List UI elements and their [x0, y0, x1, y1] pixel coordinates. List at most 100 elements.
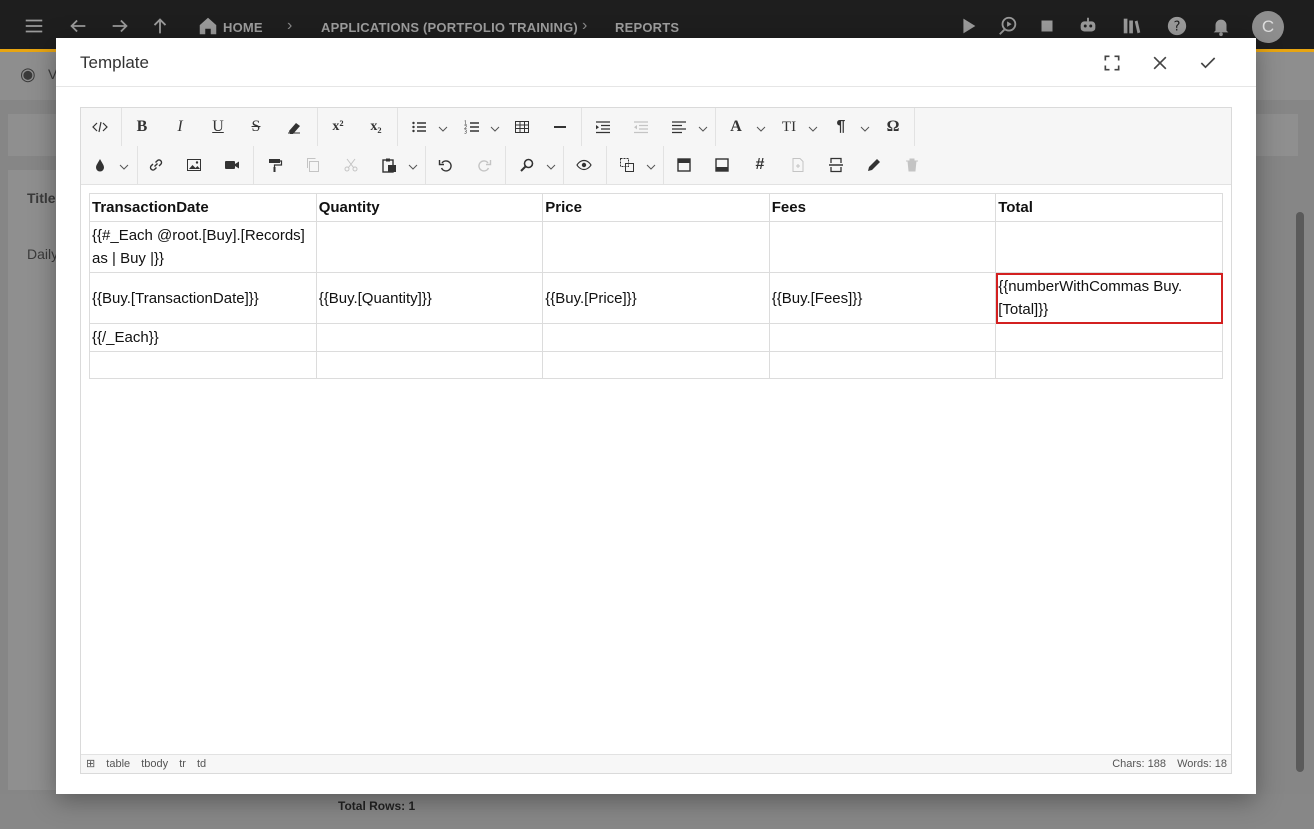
numbered-list-icon[interactable]: 123: [461, 115, 483, 139]
path-item[interactable]: tr: [179, 758, 186, 770]
back-arrow-icon[interactable]: [66, 14, 90, 38]
table-cell[interactable]: [315, 221, 544, 273]
indent-icon[interactable]: [592, 115, 614, 139]
table-cell[interactable]: {{Buy.[Fees]}}: [768, 272, 997, 324]
hash-icon[interactable]: #: [749, 153, 771, 177]
bell-icon[interactable]: [1209, 14, 1233, 38]
table-cell[interactable]: {{Buy.[TransactionDate]}}: [89, 272, 317, 324]
bold-icon[interactable]: B: [131, 115, 153, 139]
home-icon[interactable]: [196, 14, 220, 38]
image-icon[interactable]: [183, 153, 205, 177]
help-icon[interactable]: ?: [1165, 14, 1189, 38]
fullscreen-icon[interactable]: [1099, 50, 1125, 76]
table-header-cell[interactable]: TransactionDate: [89, 193, 317, 222]
path-item[interactable]: table: [106, 758, 130, 770]
link-icon[interactable]: [145, 153, 167, 177]
trash-icon[interactable]: [901, 153, 923, 177]
table-cell[interactable]: [315, 323, 544, 352]
table-cell[interactable]: [542, 323, 770, 352]
chatbot-icon[interactable]: [1076, 14, 1100, 38]
pencil-icon[interactable]: [863, 153, 885, 177]
chevron-down-icon[interactable]: [698, 121, 708, 132]
underline-icon[interactable]: U: [207, 115, 229, 139]
strikethrough-icon[interactable]: S: [245, 115, 267, 139]
paste-icon[interactable]: [378, 153, 400, 177]
table-header-cell[interactable]: Fees: [768, 193, 997, 222]
chevron-down-icon[interactable]: [438, 121, 448, 132]
table-cell[interactable]: [89, 351, 317, 379]
play-icon[interactable]: [956, 14, 980, 38]
table-cell[interactable]: [995, 221, 1223, 273]
chevron-down-icon[interactable]: [646, 159, 656, 170]
confirm-check-icon[interactable]: [1195, 50, 1221, 76]
table-cell[interactable]: [315, 351, 544, 379]
subscript-icon[interactable]: x₂: [365, 115, 387, 139]
chevron-down-icon[interactable]: [546, 159, 556, 170]
table-cell[interactable]: [768, 221, 997, 273]
outdent-icon[interactable]: [630, 115, 652, 139]
eraser-icon[interactable]: [283, 115, 305, 139]
table-cell[interactable]: {{#_Each @root.[Buy].[Records] as | Buy …: [89, 221, 317, 273]
table-cell[interactable]: {{Buy.[Price]}}: [542, 272, 770, 324]
table-header-cell[interactable]: Total: [995, 193, 1223, 222]
chevron-down-icon[interactable]: [756, 121, 766, 132]
breadcrumb-reports[interactable]: REPORTS: [615, 20, 679, 35]
table-cell[interactable]: [995, 323, 1223, 352]
bullet-list-icon[interactable]: [408, 115, 430, 139]
table-cell[interactable]: [542, 351, 770, 379]
table-header-cell[interactable]: Price: [542, 193, 770, 222]
breadcrumb-home[interactable]: HOME: [223, 20, 263, 35]
chevron-down-icon[interactable]: [808, 121, 818, 132]
table-cell[interactable]: [768, 351, 997, 379]
chevron-down-icon[interactable]: [860, 121, 870, 132]
table-cell[interactable]: {{/_Each}}: [89, 323, 317, 352]
table-cell[interactable]: [542, 221, 770, 273]
header-icon[interactable]: [673, 153, 695, 177]
editor-content[interactable]: TransactionDate Quantity Price Fees Tota…: [81, 185, 1231, 754]
chevron-down-icon[interactable]: [119, 159, 129, 170]
page-scrollbar[interactable]: [1296, 212, 1304, 772]
page-icon[interactable]: [787, 153, 809, 177]
align-icon[interactable]: [668, 115, 690, 139]
code-view-icon[interactable]: [89, 115, 111, 139]
special-char-icon[interactable]: Ω: [882, 115, 904, 139]
format-painter-icon[interactable]: [264, 153, 286, 177]
forward-arrow-icon[interactable]: [108, 14, 132, 38]
up-arrow-icon[interactable]: [148, 14, 172, 38]
background-color-icon[interactable]: [89, 153, 111, 177]
breadcrumb-applications[interactable]: APPLICATIONS (PORTFOLIO TRAINING): [321, 20, 578, 35]
copy-icon[interactable]: [302, 153, 324, 177]
table-cell-selected[interactable]: {{numberWithCommas Buy.[Total]}}: [995, 272, 1223, 324]
chevron-down-icon[interactable]: [490, 121, 500, 132]
redo-icon[interactable]: [473, 153, 495, 177]
superscript-icon[interactable]: x²: [327, 115, 349, 139]
horizontal-rule-icon[interactable]: [549, 115, 571, 139]
table-cell[interactable]: [995, 351, 1223, 379]
path-item[interactable]: td: [197, 758, 206, 770]
table-cell[interactable]: {{Buy.[Quantity]}}: [315, 272, 544, 324]
search-run-icon[interactable]: [996, 14, 1020, 38]
cut-icon[interactable]: [340, 153, 362, 177]
undo-icon[interactable]: [435, 153, 457, 177]
italic-icon[interactable]: I: [169, 115, 191, 139]
stop-icon[interactable]: [1035, 14, 1059, 38]
chevron-down-icon[interactable]: [408, 159, 418, 170]
preview-eye-icon[interactable]: [573, 153, 595, 177]
find-replace-icon[interactable]: [516, 153, 538, 177]
table-icon[interactable]: [511, 115, 533, 139]
close-icon[interactable]: [1147, 50, 1173, 76]
paragraph-icon[interactable]: ¶: [830, 115, 852, 139]
font-color-icon[interactable]: A: [725, 115, 747, 139]
table-header-cell[interactable]: Quantity: [315, 193, 544, 222]
select-all-icon[interactable]: [616, 153, 638, 177]
avatar[interactable]: C: [1252, 11, 1284, 43]
path-item[interactable]: tbody: [141, 758, 168, 770]
page-break-icon[interactable]: [825, 153, 847, 177]
table-cell[interactable]: [768, 323, 997, 352]
menu-icon[interactable]: [22, 14, 46, 38]
font-size-icon[interactable]: TI: [778, 115, 800, 139]
video-icon[interactable]: [221, 153, 243, 177]
library-icon[interactable]: [1120, 14, 1144, 38]
footer-icon[interactable]: [711, 153, 733, 177]
template-table[interactable]: TransactionDate Quantity Price Fees Tota…: [89, 193, 1223, 379]
